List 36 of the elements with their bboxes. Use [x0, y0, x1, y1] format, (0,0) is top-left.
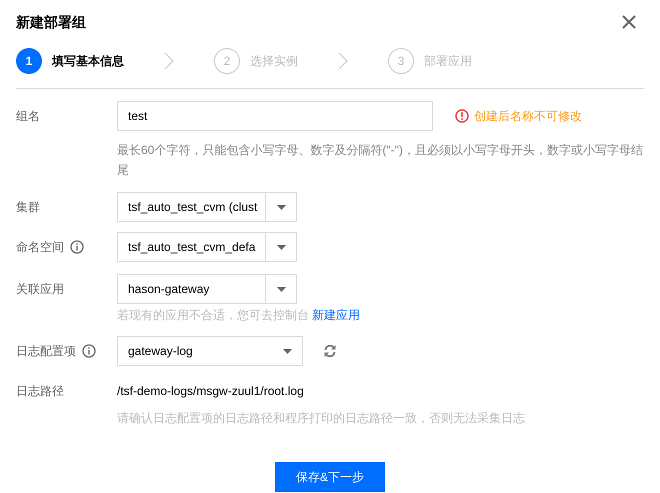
step-number: 1	[16, 48, 42, 74]
save-next-button[interactable]: 保存&下一步	[275, 462, 385, 492]
chevron-icon	[164, 52, 174, 70]
dropdown-select[interactable]: tsf_auto_test_cvm (clust	[117, 192, 297, 222]
chevron-icon	[338, 52, 348, 70]
dropdown-select[interactable]: hason-gateway	[117, 274, 297, 304]
warning-text: 创建后名称不可修改	[474, 108, 582, 125]
dropdown-select[interactable]: tsf_auto_test_cvm_defa	[117, 232, 297, 262]
info-icon[interactable]	[70, 240, 84, 254]
field-label: 集群	[16, 199, 40, 216]
step-label: 填写基本信息	[52, 53, 124, 70]
field-label: 关联应用	[16, 281, 64, 298]
field-label: 命名空间	[16, 239, 64, 256]
info-icon[interactable]	[82, 344, 96, 358]
name-input-field[interactable]: test	[117, 101, 433, 131]
close-icon[interactable]	[622, 15, 636, 29]
log-path-text: /tsf-demo-logs/msgw-zuul1/root.log	[117, 383, 305, 400]
field-label: 日志路径	[16, 383, 64, 400]
step-number: 2	[214, 48, 240, 74]
step-label: 选择实例	[250, 53, 298, 70]
caret-icon	[276, 204, 286, 210]
hint-text: 若现有的应用不合适，您可去控制台	[117, 307, 309, 324]
hint-text: 最长60个字符，只能包含小写字母、数字及分隔符("-")，且必须以小写字母开头，数字或小写字母结尾	[117, 142, 644, 179]
create-app-link[interactable]: 新建应用	[312, 306, 360, 324]
step-label: 部署应用	[424, 53, 472, 70]
field-label: 组名	[16, 108, 40, 125]
dialog-title: 新建部署组	[16, 12, 86, 32]
refresh-icon[interactable]	[323, 344, 337, 358]
warning-icon	[455, 109, 469, 123]
field-label: 日志配置项	[16, 343, 76, 360]
dropdown-select[interactable]: gateway-log	[117, 336, 303, 366]
caret-icon	[276, 244, 286, 250]
caret-icon	[276, 286, 286, 292]
caret-icon	[282, 348, 292, 354]
hint-text: 请确认日志配置项的日志路径和程序打印的日志路径一致，否则无法采集日志	[117, 410, 526, 427]
step-number: 3	[388, 48, 414, 74]
